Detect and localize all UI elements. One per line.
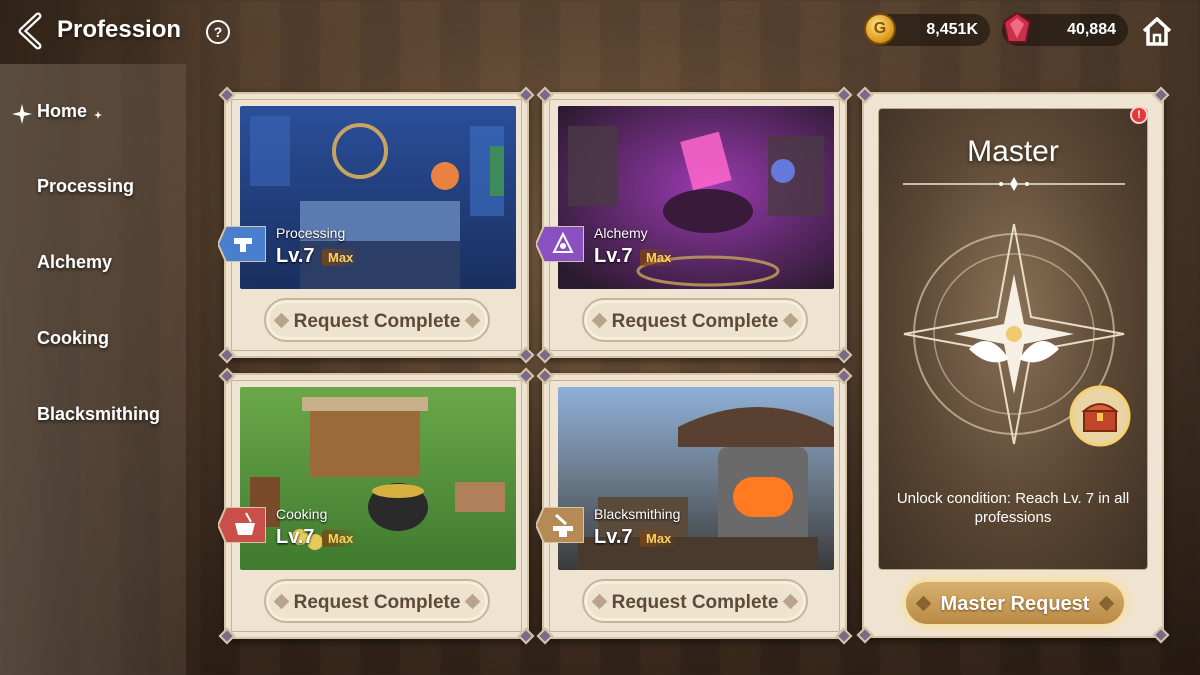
help-icon[interactable]: ? [205, 19, 231, 45]
profession-name: Alchemy [594, 225, 648, 241]
profession-card-cooking[interactable]: Cooking Lv.7 Max Request Complete [218, 367, 535, 645]
master-request-button[interactable]: Master Request [904, 580, 1126, 626]
sparkle-small-icon [94, 111, 102, 119]
profession-level: Lv.7 [594, 245, 633, 267]
profession-name: Blacksmithing [594, 506, 681, 522]
sidebar-item-blacksmithing[interactable]: Blacksmithing [37, 404, 160, 425]
alert-icon: ! [1130, 106, 1148, 124]
gem-amount: 40,884 [1067, 21, 1116, 38]
sidebar-item-processing[interactable]: Processing [37, 176, 134, 197]
sidebar-item-home[interactable]: Home [37, 101, 87, 122]
master-panel: Master Unlock condition: Reach Lv. 7 in … [878, 108, 1148, 570]
top-bar: Profession ? G 8,451K 40,884 [0, 0, 1200, 64]
svg-text:?: ? [214, 24, 223, 40]
divider-ornament [903, 177, 1125, 191]
profession-level: Lv.7 [594, 526, 633, 548]
sidebar-item-alchemy[interactable]: Alchemy [37, 252, 112, 273]
sparkle-icon [12, 104, 32, 124]
request-complete-button[interactable]: Request Complete [582, 579, 808, 623]
max-badge: Max [640, 249, 678, 266]
max-badge: Max [322, 530, 360, 547]
anvil-icon [218, 226, 266, 262]
max-badge: Max [322, 249, 360, 266]
request-complete-button[interactable]: Request Complete [582, 298, 808, 342]
sidebar-item-cooking[interactable]: Cooking [37, 328, 109, 349]
sidebar [0, 64, 186, 675]
gem-currency: 40,884 [1002, 12, 1128, 46]
back-arrow-icon[interactable] [14, 12, 48, 50]
master-title: Master [967, 135, 1059, 168]
cooking-pot-icon [218, 507, 266, 543]
profession-level: Lv.7 [276, 526, 315, 548]
request-complete-button[interactable]: Request Complete [264, 579, 490, 623]
gem-icon [1002, 12, 1032, 43]
profession-name: Processing [276, 225, 346, 241]
profession-name: Cooking [276, 506, 328, 522]
master-card: Master Unlock condition: Reach Lv. 7 in … [856, 86, 1170, 644]
unlock-condition-text: Unlock condition: Reach Lv. 7 in all pro… [896, 490, 1130, 526]
page-title: Profession [57, 16, 182, 43]
treasure-chest-icon[interactable] [1069, 385, 1131, 447]
request-complete-button[interactable]: Request Complete [264, 298, 490, 342]
gold-amount: 8,451K [926, 21, 978, 38]
gold-currency: G 8,451K [864, 13, 990, 46]
profession-card-blacksmithing[interactable]: Blacksmithing Lv.7 Max Request Complete [536, 367, 853, 645]
profession-level: Lv.7 [276, 245, 315, 267]
hammer-anvil-icon [536, 507, 584, 543]
profession-card-alchemy[interactable]: Alchemy Lv.7 Max Request Complete [536, 86, 853, 364]
gold-coin-icon: G [864, 13, 896, 45]
home-icon[interactable] [1140, 14, 1174, 48]
alchemy-circle-icon [536, 226, 584, 262]
profession-card-processing[interactable]: Processing Lv.7 Max Request Complete [218, 86, 535, 364]
max-badge: Max [640, 530, 678, 547]
